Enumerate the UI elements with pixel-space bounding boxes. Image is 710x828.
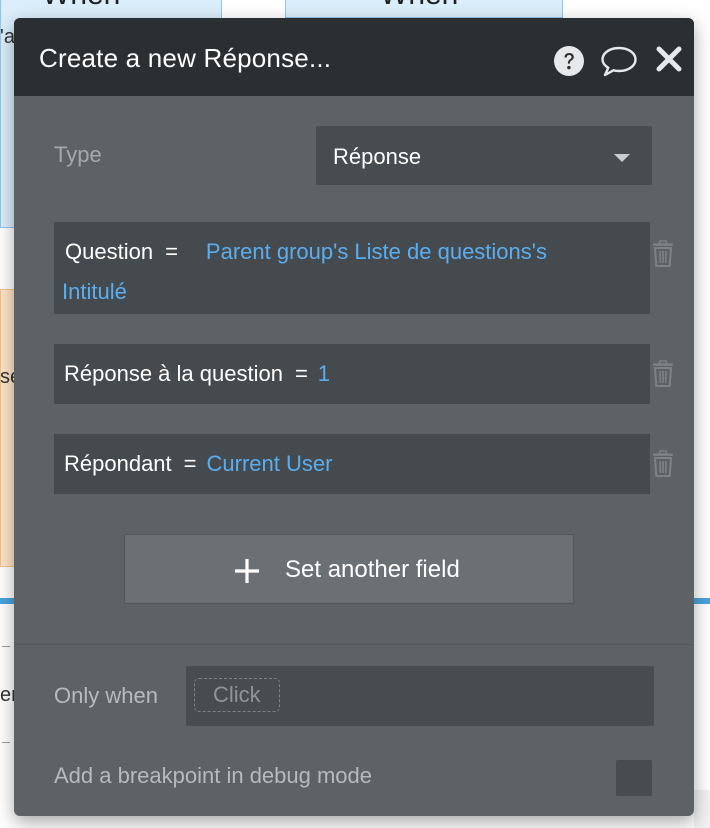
background-fragment-a: 'a [0,26,15,48]
field-row-reponse[interactable]: Réponse à la question = 1 [54,344,650,404]
field-row-question[interactable]: Question = Parent group's Liste de questio… [54,222,650,314]
trash-icon[interactable] [652,450,674,478]
field-value-expression[interactable]: Current User [207,451,333,476]
set-another-field-label: Set another field [285,556,460,583]
field-equals: = [183,451,197,476]
trash-icon[interactable] [652,240,674,268]
click-placeholder-chip[interactable]: Click [194,678,280,712]
field-value-expression[interactable]: Parent group's Liste de questions's [206,239,547,264]
chevron-down-icon [614,154,630,162]
set-another-field-button[interactable]: Set another field [124,534,574,604]
question-circle-icon[interactable] [553,45,585,77]
section-divider [14,644,694,645]
speech-bubble-icon[interactable] [600,45,638,77]
field-name: Réponse à la question [64,361,283,386]
only-when-condition-field[interactable]: Click [186,666,654,726]
breakpoint-checkbox[interactable] [616,760,652,796]
background-when-text-left: When [42,0,120,12]
background-when-text-right: When [380,0,458,12]
type-dropdown-value: Réponse [333,144,422,169]
field-equals: = [294,361,308,386]
field-equals: = [165,239,178,264]
field-value-expression-continued[interactable]: Intitulé [62,272,127,312]
breakpoint-label: Add a breakpoint in debug mode [54,763,373,788]
create-thing-modal: Create a new Réponse... Type Réponse Que… [14,18,694,816]
field-name: Question [65,239,154,264]
only-when-label: Only when [54,683,158,708]
field-name: Répondant [64,451,172,476]
background-element-gray [694,790,710,828]
field-row-repondant[interactable]: Répondant = Current User [54,434,650,494]
modal-title: Create a new Réponse... [39,43,332,73]
background-dash [2,646,10,647]
type-label: Type [54,142,102,167]
plus-icon [235,559,259,583]
trash-icon[interactable] [652,360,674,388]
field-value-expression[interactable]: 1 [318,361,330,386]
background-dash [2,742,10,743]
close-icon[interactable] [655,45,683,73]
modal-header: Create a new Réponse... [14,18,694,96]
type-dropdown[interactable]: Réponse [316,126,652,185]
